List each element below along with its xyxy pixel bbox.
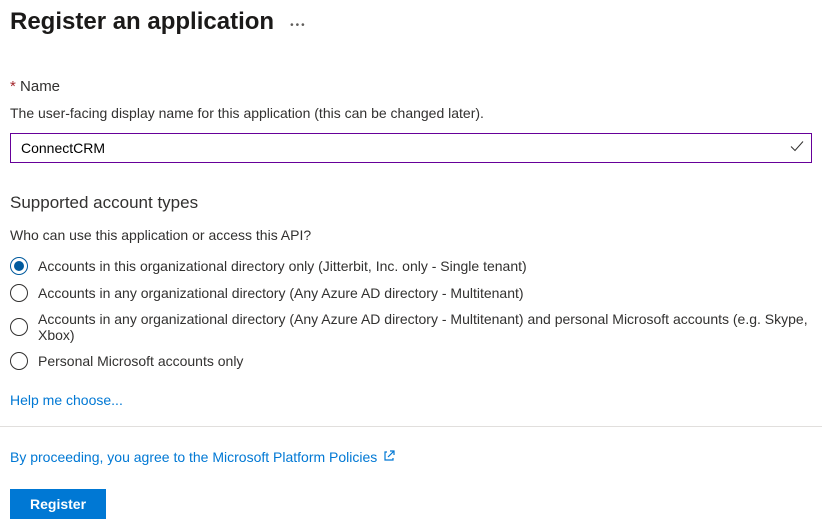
page-header: Register an application ••• [10, 8, 812, 36]
name-field-label: * Name [10, 78, 812, 95]
external-link-icon [383, 449, 395, 465]
radio-icon [10, 284, 28, 302]
register-button[interactable]: Register [10, 489, 106, 519]
radio-option-single-tenant[interactable]: Accounts in this organizational director… [10, 257, 812, 275]
name-field-description: The user-facing display name for this ap… [10, 105, 812, 121]
radio-icon [10, 257, 28, 275]
radio-label: Personal Microsoft accounts only [38, 353, 243, 369]
divider [0, 426, 822, 427]
platform-policies-link[interactable]: By proceeding, you agree to the Microsof… [10, 449, 377, 465]
policy-link-row[interactable]: By proceeding, you agree to the Microsof… [10, 449, 395, 465]
radio-option-multitenant-personal[interactable]: Accounts in any organizational directory… [10, 311, 812, 343]
account-types-radio-group: Accounts in this organizational director… [10, 257, 812, 370]
radio-label: Accounts in this organizational director… [38, 258, 527, 274]
radio-icon [10, 318, 28, 336]
radio-option-multitenant[interactable]: Accounts in any organizational directory… [10, 284, 812, 302]
required-asterisk: * [10, 78, 16, 95]
name-label-text: Name [20, 78, 60, 95]
account-types-subtitle: Who can use this application or access t… [10, 227, 812, 243]
name-input-wrapper [10, 133, 812, 163]
radio-label: Accounts in any organizational directory… [38, 311, 812, 343]
name-input[interactable] [10, 133, 812, 163]
more-icon[interactable]: ••• [290, 14, 307, 31]
radio-option-personal-only[interactable]: Personal Microsoft accounts only [10, 352, 812, 370]
account-types-title: Supported account types [10, 193, 812, 213]
radio-label: Accounts in any organizational directory… [38, 285, 524, 301]
radio-icon [10, 352, 28, 370]
page-title: Register an application [10, 8, 274, 36]
help-me-choose-link[interactable]: Help me choose... [10, 392, 123, 408]
